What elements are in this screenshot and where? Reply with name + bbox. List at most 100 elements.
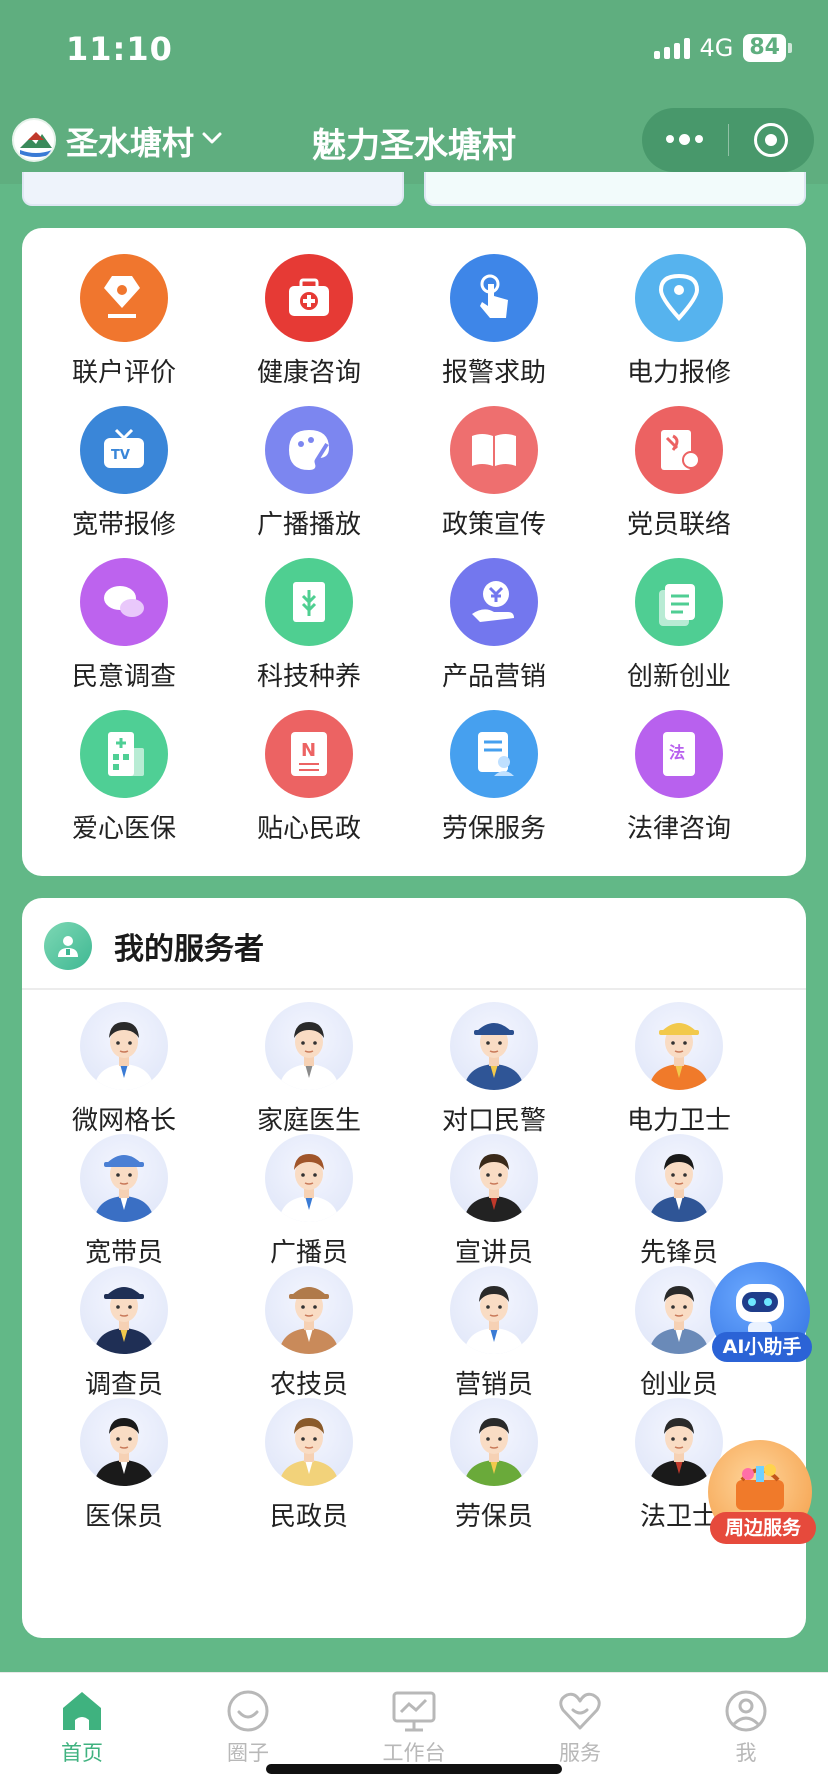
service-item[interactable]: N 贴心民政 xyxy=(217,710,401,845)
nearby-services-label[interactable]: 周边服务 xyxy=(710,1512,816,1544)
first-aid-kit-icon xyxy=(265,254,353,342)
tab-workbench[interactable]: 工作台 xyxy=(354,1687,474,1767)
electrician-avatar xyxy=(635,1002,723,1090)
pioneer-avatar xyxy=(635,1134,723,1222)
more-icon[interactable] xyxy=(642,134,728,145)
person-badge-icon xyxy=(44,922,92,970)
worker-label: 宣讲员 xyxy=(454,1238,533,1268)
worker-label: 劳保员 xyxy=(454,1502,533,1532)
tab-home[interactable]: 首页 xyxy=(22,1687,142,1767)
service-label: 政策宣传 xyxy=(441,510,546,540)
svg-text:TV: TV xyxy=(111,448,130,463)
worker-label: 宽带员 xyxy=(84,1238,163,1268)
service-label: 宽带报修 xyxy=(71,510,176,540)
status-time: 11:10 xyxy=(66,30,173,68)
document-stack-icon xyxy=(635,558,723,646)
workers-header: 我的服务者 xyxy=(22,898,806,990)
worker-item[interactable]: 宣讲员 xyxy=(402,1134,586,1269)
worker-item[interactable]: 电力卫士 xyxy=(587,1002,771,1137)
service-label: 电力报修 xyxy=(626,358,731,388)
service-label: 产品营销 xyxy=(441,662,546,692)
chat-bubbles-icon xyxy=(80,558,168,646)
hospital-building-icon xyxy=(80,710,168,798)
investigator-avatar xyxy=(80,1266,168,1354)
service-item[interactable]: 电力报修 xyxy=(587,254,771,389)
service-item[interactable]: 法法律咨询 xyxy=(587,710,771,845)
worker-label: 营销员 xyxy=(454,1370,533,1400)
worker-item[interactable]: 调查员 xyxy=(32,1266,216,1401)
doctor-avatar xyxy=(265,1002,353,1090)
user-icon xyxy=(722,1687,770,1735)
worker-item[interactable]: 农技员 xyxy=(217,1266,401,1401)
tv-icon: TV xyxy=(80,406,168,494)
police-avatar xyxy=(450,1002,538,1090)
home-icon xyxy=(58,1687,106,1735)
banner-card-right[interactable] xyxy=(424,172,806,206)
service-item[interactable]: 创新创业 xyxy=(587,558,771,693)
agri-technician-avatar xyxy=(265,1266,353,1354)
newspaper-icon: N xyxy=(265,710,353,798)
document-person-icon xyxy=(450,710,538,798)
worker-item[interactable]: 民政员 xyxy=(217,1398,401,1533)
workbench-chart-icon xyxy=(390,1687,438,1735)
worker-label: 广播员 xyxy=(269,1238,348,1268)
service-label: 民意调查 xyxy=(71,662,176,692)
service-item[interactable]: 党员联络 xyxy=(587,406,771,541)
heart-icon xyxy=(556,1687,604,1735)
svg-text:N: N xyxy=(301,740,316,761)
service-item[interactable]: 产品营销 xyxy=(402,558,586,693)
worker-item[interactable]: 广播员 xyxy=(217,1134,401,1269)
worker-item[interactable]: 营销员 xyxy=(402,1266,586,1401)
worker-item[interactable]: 先锋员 xyxy=(587,1134,771,1269)
service-item[interactable]: 劳保服务 xyxy=(402,710,586,845)
svg-text:法: 法 xyxy=(669,743,685,762)
banner-card-left[interactable] xyxy=(22,172,404,206)
lecturer-avatar xyxy=(450,1134,538,1222)
labor-insurance-avatar xyxy=(450,1398,538,1486)
close-program-icon[interactable] xyxy=(729,123,815,157)
worker-label: 民政员 xyxy=(269,1502,348,1532)
service-item[interactable]: 广播播放 xyxy=(217,406,401,541)
worker-label: 农技员 xyxy=(269,1370,348,1400)
circle-chat-icon xyxy=(224,1687,272,1735)
service-item[interactable]: 健康咨询 xyxy=(217,254,401,389)
worker-item[interactable]: 微网格长 xyxy=(32,1002,216,1137)
services-card: 联户评价 健康咨询 报警求助 电力报修 TV 宽带报修 广播播放 政策宣传 党员联络民意调查 科技… xyxy=(22,228,806,876)
pen-nib-icon xyxy=(80,254,168,342)
civil-affairs-avatar xyxy=(265,1398,353,1486)
worker-item[interactable]: 对口民警 xyxy=(402,1002,586,1137)
worker-label: 家庭医生 xyxy=(256,1106,361,1136)
worker-label: 创业员 xyxy=(639,1370,718,1400)
battery-level: 84 xyxy=(743,34,786,62)
mini-program-capsule xyxy=(642,108,814,172)
worker-label: 电力卫士 xyxy=(626,1106,731,1136)
service-item[interactable]: 爱心医保 xyxy=(32,710,216,845)
worker-label: 医保员 xyxy=(84,1502,163,1532)
service-label: 党员联络 xyxy=(626,510,731,540)
service-label: 科技种养 xyxy=(256,662,361,692)
tab-circle[interactable]: 圈子 xyxy=(188,1687,308,1767)
worker-label: 微网格长 xyxy=(71,1106,176,1136)
worker-item[interactable]: 劳保员 xyxy=(402,1398,586,1533)
service-item[interactable]: 民意调查 xyxy=(32,558,216,693)
tab-me[interactable]: 我 xyxy=(686,1687,806,1767)
service-label: 劳保服务 xyxy=(441,814,546,844)
worker-item[interactable]: 宽带员 xyxy=(32,1134,216,1269)
tap-hand-icon xyxy=(450,254,538,342)
service-item[interactable]: TV 宽带报修 xyxy=(32,406,216,541)
service-item[interactable]: 科技种养 xyxy=(217,558,401,693)
tab-service[interactable]: 服务 xyxy=(520,1687,640,1767)
service-item[interactable]: 报警求助 xyxy=(402,254,586,389)
service-item[interactable]: 政策宣传 xyxy=(402,406,586,541)
worker-label: 调查员 xyxy=(84,1370,163,1400)
ai-assistant-label[interactable]: AI小助手 xyxy=(712,1332,812,1362)
service-label: 创新创业 xyxy=(626,662,731,692)
service-item[interactable]: 联户评价 xyxy=(32,254,216,389)
service-label: 爱心医保 xyxy=(71,814,176,844)
worker-item[interactable]: 家庭医生 xyxy=(217,1002,401,1137)
service-label: 报警求助 xyxy=(441,358,546,388)
wheat-book-icon xyxy=(265,558,353,646)
worker-label: 对口民警 xyxy=(441,1106,546,1136)
worker-item[interactable]: 医保员 xyxy=(32,1398,216,1533)
battery-icon: 84 xyxy=(743,34,792,62)
